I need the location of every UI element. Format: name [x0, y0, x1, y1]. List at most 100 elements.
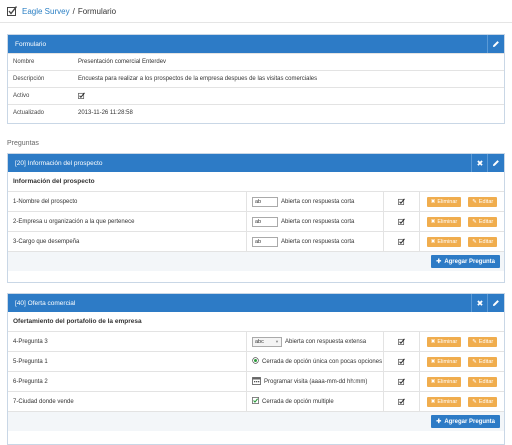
- section-title: [40] Oferta comercial: [15, 299, 76, 307]
- delete-question-button[interactable]: ✖ Eliminar: [426, 336, 462, 347]
- question-row: 2-Empresa u organización a la que perten…: [8, 211, 504, 231]
- close-icon: ✖: [430, 378, 436, 385]
- checkbox-icon: [252, 397, 259, 406]
- form-value: Encuesta para realizar a los prospectos …: [78, 76, 318, 82]
- short-text-icon: ab: [252, 216, 278, 227]
- question-type: Cerrada de opción multiple: [247, 392, 384, 411]
- question-row: 6-Pregunta 2 Programar visita (aaaa-mm-d…: [8, 371, 504, 391]
- edit-question-button[interactable]: ✎ Editar: [468, 396, 498, 407]
- close-icon: ✖: [430, 218, 436, 225]
- pencil-icon: ✎: [472, 398, 477, 405]
- edit-question-button[interactable]: ✎ Editar: [468, 236, 498, 247]
- question-name: 3-Cargo que desempeña: [8, 232, 247, 251]
- close-section-icon[interactable]: ✖: [471, 294, 488, 312]
- pencil-icon: ✎: [472, 358, 477, 365]
- section-subtitle: Información del prospecto: [8, 172, 504, 191]
- calendar-icon: [252, 376, 261, 387]
- question-type-label: Abierta con respuesta extensa: [285, 338, 367, 345]
- question-name: 4-Pregunta 3: [8, 332, 247, 351]
- form-label: Descripción: [13, 76, 45, 82]
- question-type: Programar visita (aaaa-mm-dd hh:mm): [247, 372, 384, 391]
- section-title: [20] Información del prospecto: [15, 159, 103, 167]
- section-header: [20] Información del prospecto ✖: [8, 154, 504, 172]
- question-section: [20] Información del prospecto ✖ Informa…: [7, 153, 505, 283]
- question-row: 3-Cargo que desempeña ab Abierta con res…: [8, 231, 504, 251]
- form-row-actualizado: Actualizado 2013-11-26 11:28:58: [8, 104, 504, 121]
- question-type-label: Programar visita (aaaa-mm-dd hh:mm): [264, 378, 368, 385]
- question-type-label: Abierta con respuesta corta: [281, 218, 355, 225]
- delete-question-button[interactable]: ✖ Eliminar: [426, 376, 462, 387]
- question-row: 5-Pregunta 1 Cerrada de opción única con…: [8, 351, 504, 371]
- active-check-icon: [78, 92, 85, 101]
- add-question-button[interactable]: ✚ Agregar Pregunta: [431, 255, 500, 268]
- plus-icon: ✚: [436, 419, 442, 425]
- question-name: 1-Nombre del prospecto: [8, 192, 247, 211]
- close-icon: ✖: [430, 398, 436, 405]
- radio-icon: [252, 357, 259, 366]
- edit-question-button[interactable]: ✎ Editar: [468, 336, 498, 347]
- delete-question-button[interactable]: ✖ Eliminar: [426, 196, 462, 207]
- form-row-nombre: Nombre Presentación comercial Enterdev: [8, 53, 504, 70]
- required-check-icon: [384, 232, 420, 251]
- section-header: [40] Oferta comercial ✖: [8, 294, 504, 312]
- delete-question-button[interactable]: ✖ Eliminar: [426, 356, 462, 367]
- question-type-label: Cerrada de opción multiple: [262, 398, 334, 405]
- form-label: Activo: [13, 93, 30, 99]
- long-text-icon: abc ▼: [252, 336, 282, 347]
- question-type: abc ▼ Abierta con respuesta extensa: [247, 332, 384, 351]
- form-row-descripcion: Descripción Encuesta para realizar a los…: [8, 70, 504, 87]
- questions-heading: Preguntas: [7, 140, 39, 147]
- pencil-icon: ✎: [472, 338, 477, 345]
- close-icon: ✖: [430, 238, 436, 245]
- breadcrumb-home-link[interactable]: Eagle Survey: [22, 7, 70, 16]
- checkbox-logo-icon: [7, 6, 17, 16]
- section-footer: ✚ Agregar Pregunta: [8, 411, 504, 431]
- question-type-label: Abierta con respuesta corta: [281, 198, 355, 205]
- delete-question-button[interactable]: ✖ Eliminar: [426, 396, 462, 407]
- edit-question-button[interactable]: ✎ Editar: [468, 376, 498, 387]
- question-row: 7-Ciudad donde vende Cerrada de opción m…: [8, 391, 504, 411]
- required-check-icon: [384, 192, 420, 211]
- section-subtitle: Ofertamiento del portafolio de la empres…: [8, 312, 504, 331]
- pencil-icon: ✎: [472, 198, 477, 205]
- close-icon: ✖: [430, 198, 436, 205]
- question-type: ab Abierta con respuesta corta: [247, 212, 384, 231]
- form-value: 2013-11-26 11:28:58: [78, 110, 133, 116]
- required-check-icon: [384, 212, 420, 231]
- question-row: 1-Nombre del prospecto ab Abierta con re…: [8, 191, 504, 211]
- delete-question-button[interactable]: ✖ Eliminar: [426, 216, 462, 227]
- question-type: ab Abierta con respuesta corta: [247, 192, 384, 211]
- form-panel-title: Formulario: [15, 40, 47, 48]
- section-footer: ✚ Agregar Pregunta: [8, 251, 504, 271]
- breadcrumb-separator: /: [72, 6, 75, 16]
- required-check-icon: [384, 352, 420, 371]
- edit-section-pencil-icon[interactable]: [487, 154, 504, 172]
- edit-form-pencil-icon[interactable]: [487, 35, 504, 53]
- form-panel: Formulario Nombre Presentación comercial…: [7, 34, 505, 124]
- close-section-icon[interactable]: ✖: [471, 154, 488, 172]
- question-name: 6-Pregunta 2: [8, 372, 247, 391]
- form-value: Presentación comercial Enterdev: [78, 59, 167, 65]
- close-icon: ✖: [430, 338, 436, 345]
- add-question-button[interactable]: ✚ Agregar Pregunta: [431, 415, 500, 428]
- required-check-icon: [384, 332, 420, 351]
- close-icon: ✖: [430, 358, 436, 365]
- question-row: 4-Pregunta 3 abc ▼ Abierta con respuesta …: [8, 331, 504, 351]
- question-type-label: Cerrada de opción única con pocas opcion…: [262, 358, 383, 365]
- pencil-icon: ✎: [472, 218, 477, 225]
- pencil-icon: ✎: [472, 238, 477, 245]
- question-name: 5-Pregunta 1: [8, 352, 247, 371]
- form-label: Nombre: [13, 59, 35, 65]
- form-row-activo: Activo: [8, 87, 504, 104]
- delete-question-button[interactable]: ✖ Eliminar: [426, 236, 462, 247]
- required-check-icon: [384, 372, 420, 391]
- edit-question-button[interactable]: ✎ Editar: [468, 196, 498, 207]
- breadcrumb-current: Formulario: [77, 6, 117, 16]
- question-type: ab Abierta con respuesta corta: [247, 232, 384, 251]
- edit-question-button[interactable]: ✎ Editar: [468, 216, 498, 227]
- edit-section-pencil-icon[interactable]: [487, 294, 504, 312]
- edit-question-button[interactable]: ✎ Editar: [468, 356, 498, 367]
- short-text-icon: ab: [252, 236, 278, 247]
- form-label: Actualizado: [13, 110, 45, 116]
- required-check-icon: [384, 392, 420, 411]
